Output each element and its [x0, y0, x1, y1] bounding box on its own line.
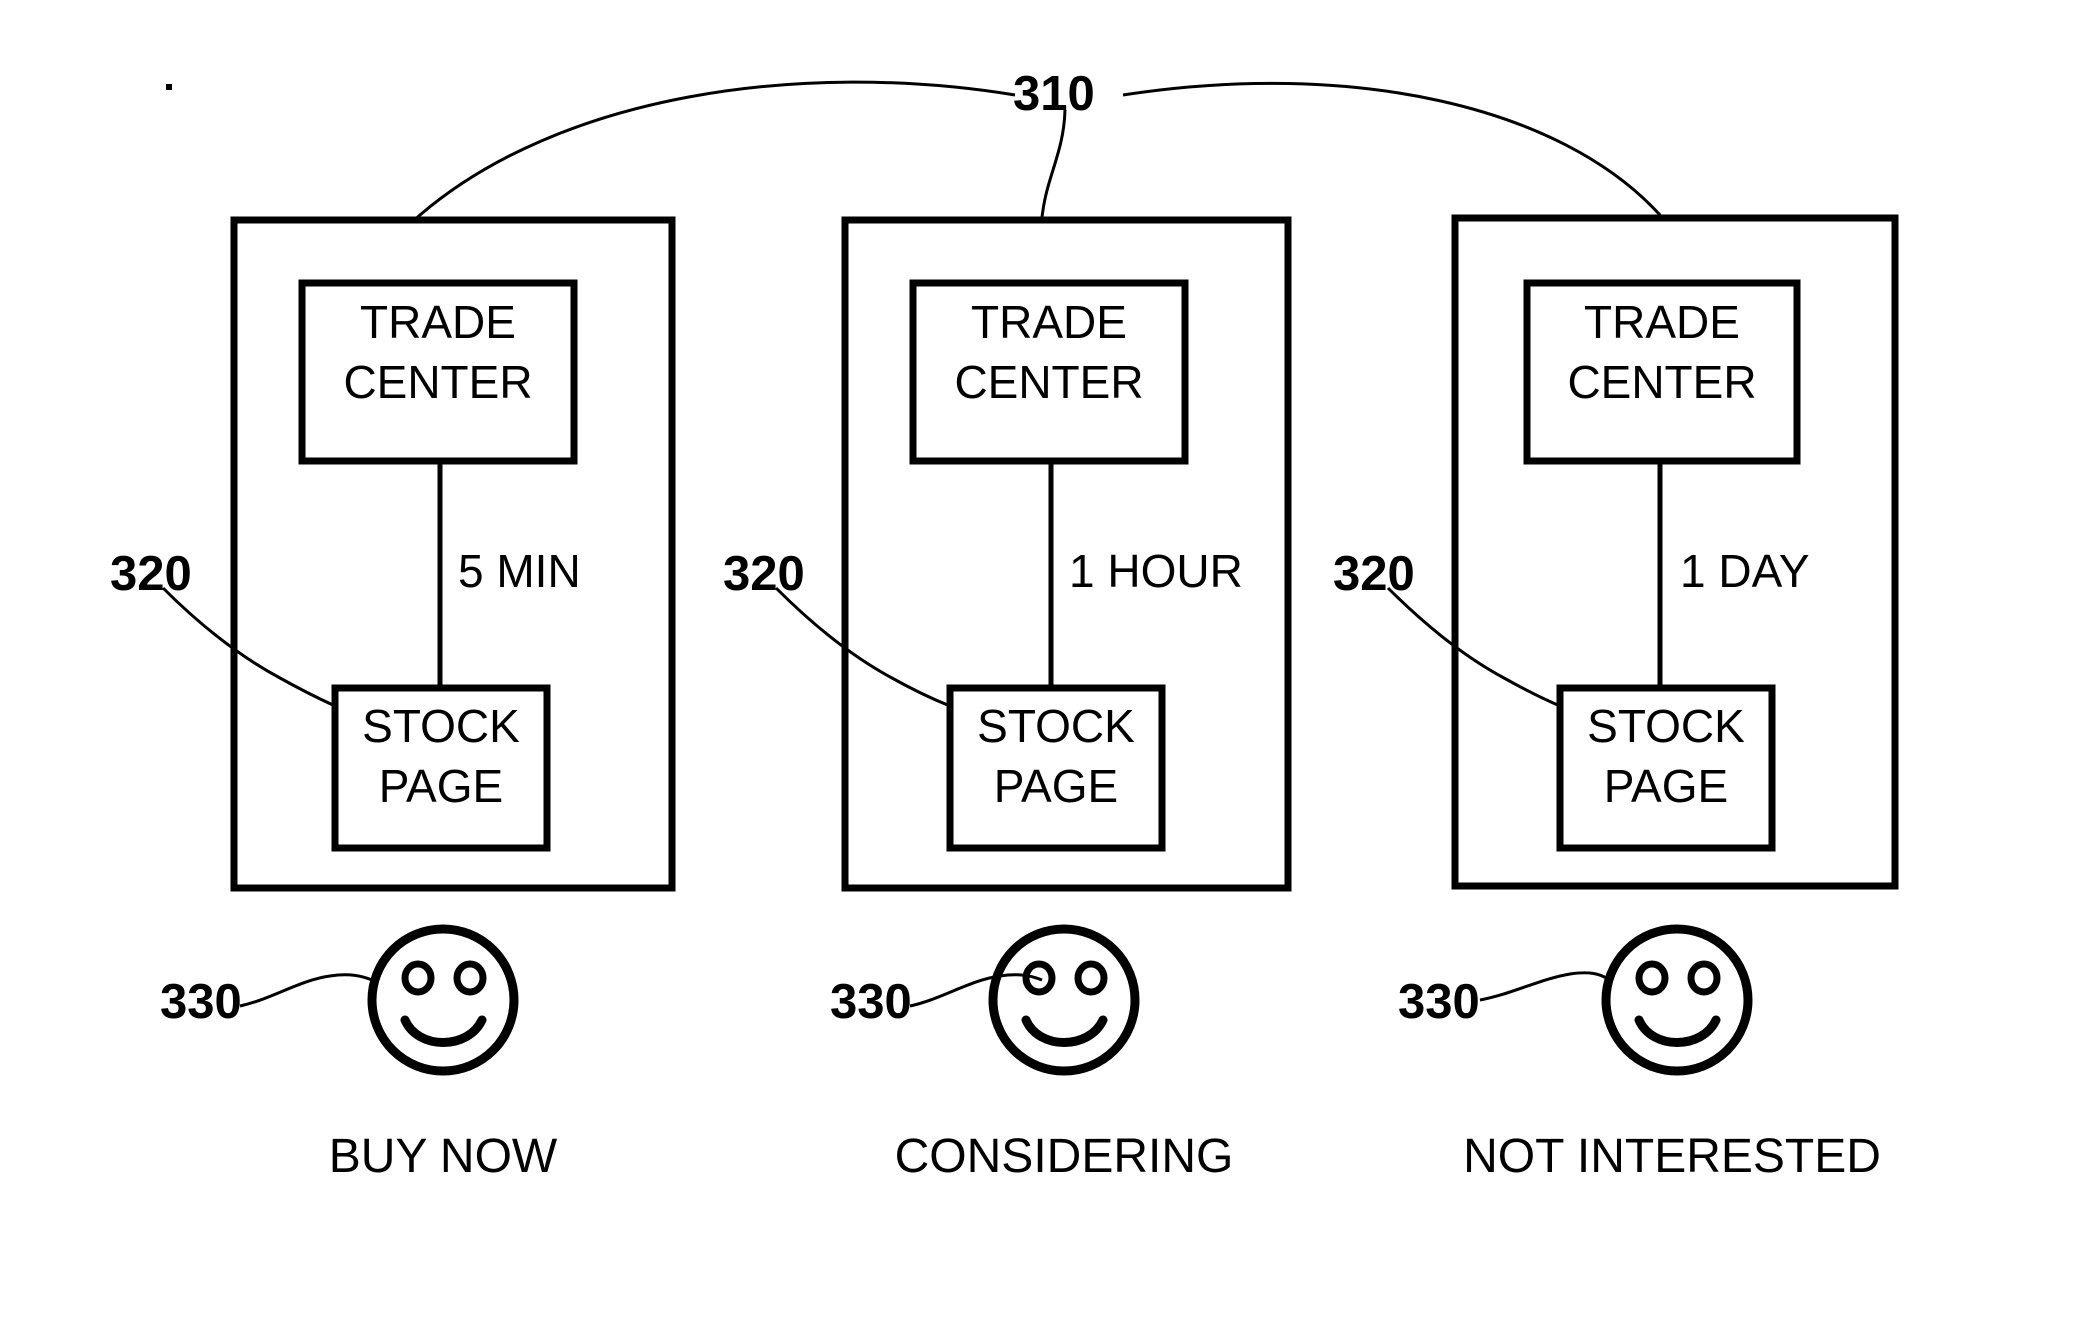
trade-center-label-line2: CENTER [1567, 356, 1756, 408]
smiley-icon-considering [988, 924, 1140, 1076]
patent-figure: 310 TRADE CENTER 5 MIN STOCK PAGE 320 33… [110, 67, 1899, 1183]
state-label-considering: CONSIDERING [895, 1130, 1234, 1183]
reference-number-310: 310 [1013, 67, 1095, 121]
panel-considering: TRADE CENTER 1 HOUR STOCK PAGE 320 330 C… [723, 216, 1292, 1183]
trade-center-label-line1: TRADE [971, 296, 1127, 348]
duration-label-buy-now: 5 MIN [458, 545, 581, 597]
duration-label-not-interested: 1 DAY [1680, 545, 1810, 597]
leader-330-buy-now [239, 973, 373, 1008]
smiley-eye-right [1074, 960, 1108, 996]
leader-330-not-interested [1479, 971, 1609, 1002]
reference-number-330-considering: 330 [830, 975, 912, 1029]
stock-page-label-line1: STOCK [362, 700, 520, 752]
stock-page-label-line2: PAGE [994, 760, 1118, 812]
trade-center-label-line1: TRADE [360, 296, 516, 348]
stock-page-label-line1: STOCK [1587, 700, 1745, 752]
smiley-outline [1601, 924, 1753, 1076]
stock-page-label-line2: PAGE [379, 760, 503, 812]
smiley-eye-right [453, 960, 487, 996]
figure-canvas: 310 TRADE CENTER 5 MIN STOCK PAGE 320 33… [0, 0, 2094, 1322]
panel-buy-now: TRADE CENTER 5 MIN STOCK PAGE 320 330 BU… [110, 216, 676, 1183]
smiley-outline [367, 924, 519, 1076]
duration-label-considering: 1 HOUR [1069, 545, 1243, 597]
reference-number-320-considering: 320 [723, 547, 805, 601]
scan-speck [166, 84, 172, 90]
state-label-not-interested: NOT INTERESTED [1463, 1130, 1881, 1183]
reference-number-330-buy-now: 330 [160, 975, 242, 1029]
smiley-icon-not-interested [1601, 924, 1753, 1076]
reference-number-330-not-interested: 330 [1398, 975, 1480, 1029]
smiley-outline [988, 924, 1140, 1076]
panel-not-interested: TRADE CENTER 1 DAY STOCK PAGE 320 330 NO… [1333, 214, 1899, 1183]
trade-center-label-line1: TRADE [1584, 296, 1740, 348]
reference-number-320-not-interested: 320 [1333, 547, 1415, 601]
stock-page-label-line2: PAGE [1604, 760, 1728, 812]
reference-number-320-buy-now: 320 [110, 547, 192, 601]
smiley-eye-right [1687, 960, 1721, 996]
trade-center-label-line2: CENTER [343, 356, 532, 408]
smiley-eye-left [401, 960, 435, 996]
smiley-icon-buy-now [367, 924, 519, 1076]
smiley-eye-left [1635, 960, 1669, 996]
state-label-buy-now: BUY NOW [329, 1130, 558, 1183]
stock-page-label-line1: STOCK [977, 700, 1135, 752]
trade-center-label-line2: CENTER [954, 356, 1143, 408]
